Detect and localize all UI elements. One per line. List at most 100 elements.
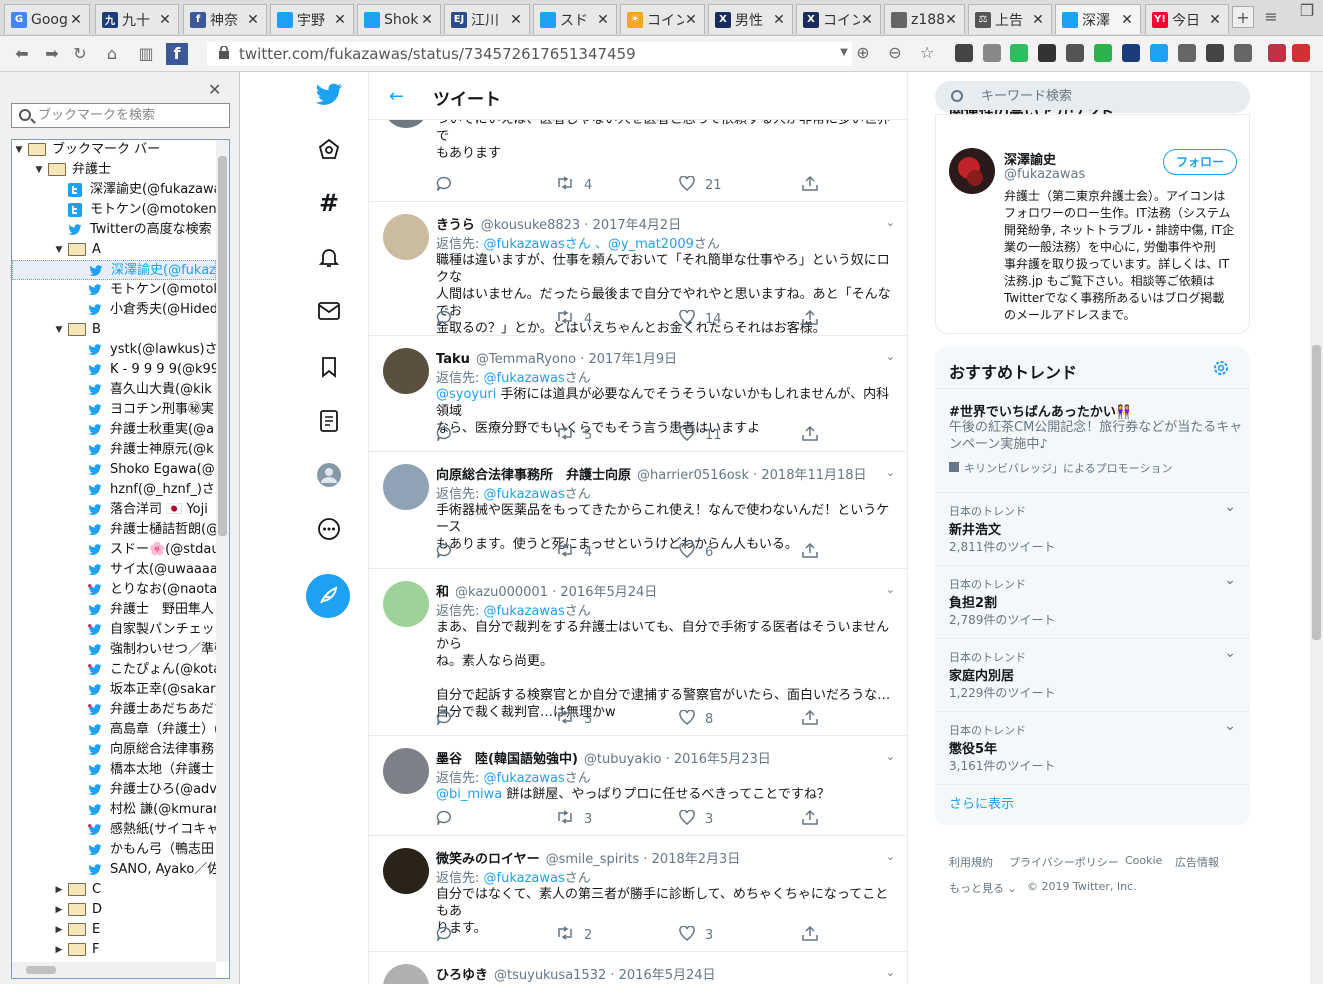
- bookmark-item[interactable]: Twitterの高度な検索: [12, 220, 216, 240]
- author-name[interactable]: Taku: [436, 352, 470, 367]
- bookmark-item[interactable]: 落合洋司 🇯🇵 Yoji: [12, 500, 216, 520]
- close-icon[interactable]: ✕: [208, 80, 221, 99]
- back-arrow-icon[interactable]: ←: [389, 86, 404, 107]
- tab-close-icon[interactable]: ✕: [420, 12, 434, 28]
- bookmark-folder[interactable]: ▼ 弁護士: [12, 160, 216, 180]
- author-name[interactable]: 向原総合法律事務所 弁護士向原: [436, 468, 631, 483]
- bookmark-star-icon[interactable]: ☆: [916, 42, 938, 64]
- chevron-down-icon[interactable]: ⌄: [1224, 499, 1236, 515]
- reply-to-link[interactable]: @fukazawas: [484, 871, 565, 886]
- browser-tab[interactable]: 宇野 ✕: [270, 4, 354, 34]
- footer-privacy[interactable]: プライバシーポリシー: [1009, 854, 1119, 870]
- profile-avatar-icon[interactable]: [312, 458, 346, 492]
- bookmark-item[interactable]: SANO, Ayako／佐: [12, 860, 216, 880]
- tweet[interactable]: 向原総合法律事務所 弁護士向原 @harrier0516osk · 2018年11…: [369, 452, 907, 569]
- bookmark-item[interactable]: 喜久山大貴(@kik: [12, 380, 216, 400]
- bookmark-item[interactable]: 高島章（弁護士）(@: [12, 720, 216, 740]
- tab-close-icon[interactable]: ✕: [596, 12, 610, 28]
- chat-icon[interactable]: [1234, 44, 1252, 62]
- expand-open-icon[interactable]: ▼: [14, 140, 24, 160]
- bookmark-item[interactable]: 橋本太地（弁護士: [12, 760, 216, 780]
- menu-icon[interactable]: ≡: [1260, 6, 1282, 28]
- chevron-down-icon[interactable]: ⌄: [886, 850, 895, 863]
- more-icon[interactable]: [312, 512, 346, 546]
- avatar[interactable]: [383, 214, 429, 260]
- bookmark-item[interactable]: とりなお(@naotar: [12, 580, 216, 600]
- back-arrow-icon[interactable]: ⬅: [11, 43, 33, 65]
- trend-item[interactable]: 日本のトレンド 新井浩文 2,811件のツイート ⌄: [935, 493, 1250, 566]
- footer-ads[interactable]: 広告情報: [1175, 854, 1219, 870]
- reply-to-link[interactable]: @fukazawas: [484, 771, 565, 786]
- reply-to-link[interactable]: @fukazawasさん 、@y_mat2009: [484, 237, 694, 252]
- browser-tab[interactable]: ⚖ 上告 ✕: [968, 4, 1052, 34]
- reply-icon[interactable]: [436, 543, 452, 558]
- bookmark-folder[interactable]: ▶ F: [12, 940, 216, 960]
- tab-close-icon[interactable]: ✕: [1208, 12, 1222, 28]
- bookmark-item[interactable]: こたぴょん(@kotac: [12, 660, 216, 680]
- window-restore-icon[interactable]: ❐: [1296, 0, 1318, 22]
- bookmark-item[interactable]: 弁護士秋重実(@a: [12, 420, 216, 440]
- twitter-icon[interactable]: [1150, 44, 1168, 62]
- compose-tweet-button[interactable]: [306, 574, 350, 618]
- bookmark-item[interactable]: Shoko Egawa(@: [12, 460, 216, 480]
- like-button[interactable]: 14: [679, 309, 722, 329]
- browser-tab[interactable]: Y! 今日 ✕: [1145, 4, 1229, 34]
- facebook-bookmark-icon[interactable]: f: [166, 43, 188, 65]
- bookmark-folder[interactable]: ▼ A: [12, 240, 216, 260]
- tweet[interactable]: ひろゆき @tsuyukusa1532 · 2016年5月24日 ⌄: [369, 952, 907, 984]
- bookmark-item[interactable]: 感熱紙(サイコキャ: [12, 820, 216, 840]
- browser-tab[interactable]: 深澤 ✕: [1055, 4, 1141, 34]
- chevron-down-icon[interactable]: ⌄: [886, 350, 895, 363]
- reply-icon[interactable]: [436, 710, 452, 725]
- tweet[interactable]: 墨谷 陸(韓国語勉強中) @tubuyakio · 2016年5月23日 ⌄ 返信先:…: [369, 736, 907, 836]
- footer-terms[interactable]: 利用規約: [949, 854, 993, 870]
- bookmark-item[interactable]: 弁護士 野田隼人: [12, 600, 216, 620]
- tab-close-icon[interactable]: ✕: [1031, 12, 1045, 28]
- browser-tab[interactable]: f 神奈 ✕: [183, 4, 267, 34]
- notifications-bell-icon[interactable]: [312, 240, 346, 274]
- expand-open-icon[interactable]: ▼: [54, 320, 64, 340]
- ext-box-icon[interactable]: [1206, 44, 1224, 62]
- expand-closed-icon[interactable]: ▶: [54, 920, 64, 940]
- follow-button[interactable]: フォロー: [1163, 149, 1237, 175]
- avatar[interactable]: [383, 464, 429, 510]
- chevron-down-icon[interactable]: ⌄: [886, 750, 895, 763]
- reply-icon[interactable]: [436, 310, 452, 325]
- reply-icon[interactable]: [436, 810, 452, 825]
- tweet-date[interactable]: 2016年5月24日: [560, 585, 657, 600]
- mention-link[interactable]: @syoyuri: [436, 387, 496, 402]
- bookmark-folder[interactable]: ▼ B: [12, 320, 216, 340]
- bookmark-folder[interactable]: ▼ ブックマーク バー: [12, 140, 216, 160]
- chevron-down-icon[interactable]: ⌄: [886, 583, 895, 596]
- tab-close-icon[interactable]: ✕: [684, 12, 698, 28]
- share-icon[interactable]: [802, 176, 818, 191]
- bookmark-item[interactable]: 小倉秀夫(@Hided: [12, 300, 216, 320]
- reply-icon[interactable]: [436, 926, 452, 941]
- tweet[interactable]: きうら @kousuke8823 · 2017年4月2日 ⌄ 返信先: @fukaza…: [369, 202, 907, 336]
- browser-tab[interactable]: EJ 江川 ✕: [444, 4, 530, 34]
- expand-closed-icon[interactable]: ▶: [54, 880, 64, 900]
- tab-close-icon[interactable]: ✕: [158, 12, 172, 28]
- lists-icon[interactable]: [312, 404, 346, 438]
- browser-tab[interactable]: ☀コイン✕: [620, 4, 705, 34]
- reply-to-link[interactable]: @fukazawas: [484, 487, 565, 502]
- bookmark-item[interactable]: 坂本正幸(@sakar: [12, 680, 216, 700]
- tweet-date[interactable]: 2018年11月18日: [761, 468, 866, 483]
- chevron-down-icon[interactable]: ⌄: [1224, 718, 1236, 734]
- browser-tab[interactable]: Xコイン✕: [796, 4, 881, 34]
- bookmark-icon[interactable]: [983, 44, 1001, 62]
- tab-close-icon[interactable]: ✕: [772, 12, 786, 28]
- tweet[interactable]: 和 @kazu000001 · 2016年5月24日 ⌄ 返信先: @fukazawa…: [369, 569, 907, 736]
- expand-open-icon[interactable]: ▼: [54, 240, 64, 260]
- pen-icon[interactable]: [1122, 44, 1140, 62]
- share-icon[interactable]: [802, 426, 818, 441]
- bookmark-folder[interactable]: ▶ C: [12, 880, 216, 900]
- show-more-link[interactable]: さらに表示: [949, 793, 1014, 812]
- bookmark-item[interactable]: 弁護士ひろ(@adv: [12, 780, 216, 800]
- bookmark-item[interactable]: ヨコチン刑事㊙実: [12, 400, 216, 420]
- address-bar[interactable]: twitter.com/fukazawas/status/73457261765…: [207, 42, 852, 66]
- browser-tab[interactable]: G Goog ✕: [4, 4, 90, 34]
- author-name[interactable]: 和: [436, 585, 449, 600]
- bookmark-item[interactable]: 強制わいせつ／準強: [12, 640, 216, 660]
- settings-gear-icon[interactable]: [1212, 359, 1230, 377]
